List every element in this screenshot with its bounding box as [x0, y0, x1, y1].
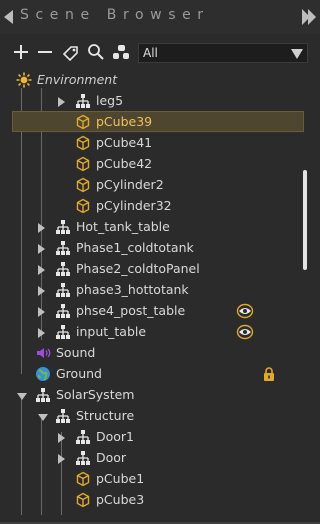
triangle-left-icon[interactable]: [4, 10, 13, 24]
group-icon: [75, 450, 91, 466]
tree-row-label: input_table: [76, 324, 147, 339]
tree-row-label: pCube42: [96, 156, 153, 171]
scene-tree: Environment leg5 pCube39 pCube41 pCube42 pCyl…: [0, 68, 320, 524]
sun-icon: [16, 72, 32, 88]
tree-row-label: Hot_tank_table: [76, 219, 170, 234]
speaker-icon: [35, 345, 51, 361]
tree-row-label: phase3_hottotank: [76, 282, 189, 297]
cube-icon: [75, 156, 91, 172]
tree-row-label: SolarSystem: [56, 387, 135, 402]
double-triangle-right-icon[interactable]: [302, 9, 316, 25]
tree-row-ground[interactable]: Ground: [0, 364, 300, 385]
cube-icon: [75, 198, 91, 214]
tree-row-leg5[interactable]: leg5: [0, 91, 300, 112]
tree-row-pCylinder32[interactable]: pCylinder32: [0, 196, 300, 217]
plus-icon[interactable]: [11, 42, 31, 62]
filter-value: All: [143, 46, 158, 60]
globe-icon: [35, 366, 51, 382]
expand-arrow-down-icon[interactable]: [38, 414, 48, 421]
panel-header: Scene Browser: [0, 0, 320, 34]
group-icon: [55, 303, 71, 319]
tree-row-label: pCube3: [96, 492, 145, 507]
tree-row-label: pCube41: [96, 135, 153, 150]
visibility-eye-icon[interactable]: [236, 303, 254, 319]
group-icon: [55, 219, 71, 235]
cube-icon: [75, 177, 91, 193]
expand-arrow-right-icon[interactable]: [58, 454, 65, 464]
tree-row-environment[interactable]: Environment: [0, 70, 300, 91]
filter-select[interactable]: All: [138, 43, 308, 63]
tree-row-structure[interactable]: Structure: [0, 406, 300, 427]
tree-row-pCube42[interactable]: pCube42: [0, 154, 300, 175]
tree-row-label: Phase2_coldtoPanel: [76, 261, 200, 276]
tree-row-phse4[interactable]: phse4_post_table: [0, 301, 300, 322]
group-icon: [35, 387, 51, 403]
tree-row-phase3[interactable]: phase3_hottotank: [0, 280, 300, 301]
search-icon[interactable]: [86, 42, 106, 62]
tree-row-door[interactable]: Door: [0, 448, 300, 469]
group-icon: [75, 93, 91, 109]
tag-icon[interactable]: [61, 42, 81, 62]
expand-arrow-right-icon[interactable]: [38, 328, 45, 338]
group-icon: [55, 261, 71, 277]
tree-row-label: Environment: [37, 72, 118, 87]
tree-row-pCylinder2[interactable]: pCylinder2: [0, 175, 300, 196]
tree-row-label: Door1: [96, 429, 135, 444]
tree-row-label: pCylinder32: [96, 198, 172, 213]
scrollbar-thumb[interactable]: [303, 170, 307, 270]
tree-row-label: Ground: [56, 366, 102, 381]
cube-icon: [75, 492, 91, 508]
group-icon: [55, 324, 71, 340]
tree-row-hot_tank_table[interactable]: Hot_tank_table: [0, 217, 300, 238]
visibility-eye-icon[interactable]: [236, 324, 254, 340]
tree-row-door1[interactable]: Door1: [0, 427, 300, 448]
expand-arrow-right-icon[interactable]: [38, 307, 45, 317]
chevron-down-icon: [291, 49, 303, 59]
lock-icon[interactable]: [260, 366, 278, 382]
expand-arrow-right-icon[interactable]: [38, 244, 45, 254]
expand-arrow-right-icon[interactable]: [58, 97, 65, 107]
tree-row-pCube39[interactable]: pCube39: [12, 111, 304, 132]
tree-row-phase1[interactable]: Phase1_coldtotank: [0, 238, 300, 259]
cube-icon: [75, 471, 91, 487]
minus-icon[interactable]: [35, 42, 55, 62]
tree-row-phase2[interactable]: Phase2_coldtoPanel: [0, 259, 300, 280]
group-icon: [55, 408, 71, 424]
expand-arrow-right-icon[interactable]: [58, 433, 65, 443]
tree-row-label: Door: [96, 450, 127, 465]
tree-row-label: Phase1_coldtotank: [76, 240, 194, 255]
tree-row-label: phse4_post_table: [76, 303, 186, 318]
group-icon: [55, 282, 71, 298]
expand-arrow-down-icon[interactable]: [17, 393, 27, 400]
tree-row-label: Sound: [56, 345, 96, 360]
panel-title: Scene Browser: [20, 7, 210, 23]
tree-row-label: leg5: [96, 93, 124, 108]
expand-arrow-right-icon[interactable]: [38, 265, 45, 275]
hierarchy-icon[interactable]: [111, 42, 131, 62]
tree-row-solarsystem[interactable]: SolarSystem: [0, 385, 300, 406]
tree-row-pCube3[interactable]: pCube3: [0, 490, 300, 511]
tree-row-input_table[interactable]: input_table: [0, 322, 300, 343]
cube-icon: [75, 114, 91, 130]
tree-row-label: pCube1: [96, 471, 145, 486]
expand-arrow-right-icon[interactable]: [38, 286, 45, 296]
expand-arrow-right-icon[interactable]: [38, 223, 45, 233]
tree-row-pCube41[interactable]: pCube41: [0, 133, 300, 154]
group-icon: [75, 429, 91, 445]
tree-row-label: pCylinder2: [96, 177, 164, 192]
group-icon: [55, 240, 71, 256]
tree-row-pCube1[interactable]: pCube1: [0, 469, 300, 490]
cube-icon: [75, 135, 91, 151]
tree-row-sound[interactable]: Sound: [0, 343, 300, 364]
tree-row-label: pCube39: [96, 114, 153, 129]
tree-row-label: Structure: [76, 408, 135, 423]
